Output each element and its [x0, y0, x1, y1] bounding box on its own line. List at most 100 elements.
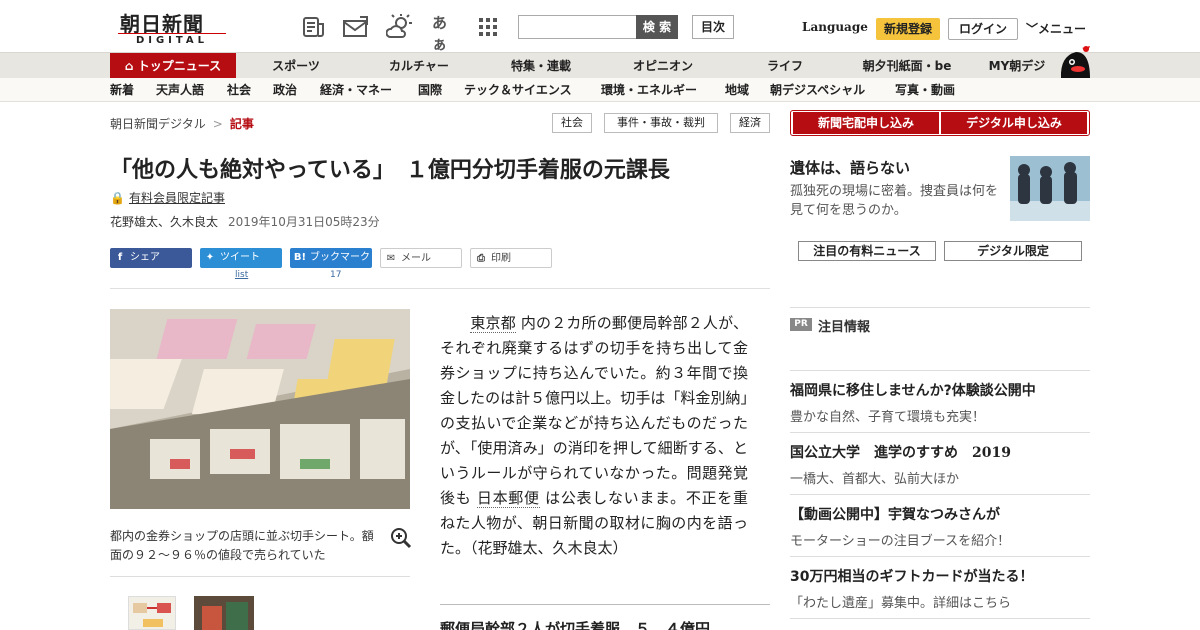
menu-label: メニュー — [1038, 22, 1087, 36]
login-button[interactable]: ログイン — [948, 18, 1018, 40]
pr-item-title[interactable]: 国公立大学 進学のすすめ 2019 — [790, 442, 1011, 462]
nav2-item[interactable]: 国際 — [418, 78, 442, 102]
search-button[interactable]: 検 索 — [636, 15, 678, 39]
tab-digital-only[interactable]: デジタル限定 — [944, 241, 1082, 261]
nav2-item[interactable]: 社会 — [227, 78, 251, 102]
divider — [440, 604, 770, 605]
nav-my-asadigi[interactable]: MY朝デジ — [982, 53, 1052, 79]
pr-section-title: 注目情報 — [818, 320, 871, 335]
nav-opinion[interactable]: オピニオン — [620, 53, 706, 79]
nav2-item[interactable]: 朝デジスペシャル — [770, 78, 865, 102]
tag-society[interactable]: 社会 — [552, 113, 592, 133]
site-header: 朝日新聞 DIGITAL あぁ 検 索 目次 Language 新規登録 ログイ… — [0, 0, 1200, 53]
breadcrumb: 朝日新聞デジタル > 記事 — [110, 115, 254, 132]
twitter-share-button[interactable]: ✦ ツイート — [200, 248, 282, 268]
body-link-japanpost[interactable]: 日本郵便 — [476, 489, 540, 508]
pr-item[interactable]: 福岡県に移住しませんか?体験談公開中豊かな自然、子育て環境も充実！ — [790, 370, 1090, 425]
twitter-count[interactable]: list — [235, 270, 248, 280]
share-label: シェア — [130, 252, 160, 263]
breadcrumb-current: 記事 — [229, 117, 254, 131]
font-size-icon[interactable]: あぁ — [432, 12, 458, 53]
related-thumbnail[interactable] — [128, 596, 176, 630]
pr-item-title[interactable]: 30万円相当のギフトカードが当たる！ — [790, 566, 1033, 586]
promo-title[interactable]: 遺体は、語らない — [790, 157, 910, 178]
mail-share-button[interactable]: ✉ メール — [380, 248, 462, 268]
nav2-item[interactable]: 環境・エネルギー — [601, 78, 697, 102]
nav2-item[interactable]: テック＆サイエンス — [464, 78, 572, 102]
nav2-item[interactable]: 政治 — [273, 78, 297, 102]
weather-icon[interactable] — [385, 14, 412, 40]
nav2-item[interactable]: 写真・動画 — [895, 78, 955, 102]
tag-incident[interactable]: 事件・事故・裁判 — [604, 113, 718, 133]
pr-item — [790, 618, 1090, 630]
asahi-digital-logo[interactable]: 朝日新聞 DIGITAL — [116, 8, 228, 46]
pr-badge: PR — [790, 318, 812, 331]
mascot-icon[interactable] — [1056, 44, 1094, 80]
article-photo[interactable] — [110, 309, 410, 509]
subscribe-digital-button[interactable]: デジタル申し込み — [941, 112, 1087, 134]
nav-sports[interactable]: スポーツ — [258, 53, 334, 79]
divider — [790, 307, 1090, 308]
menu-button[interactable]: ﹀メニュー — [1026, 20, 1086, 37]
zoom-icon[interactable] — [390, 527, 412, 549]
nav-life[interactable]: ライフ — [750, 53, 820, 79]
grid-menu-icon[interactable] — [479, 18, 505, 44]
nav-features[interactable]: 特集・連載 — [498, 53, 584, 79]
promo-description: 孤独死の現場に密着。捜査員は何を見て何を思うのか。 — [790, 184, 999, 218]
pr-item-desc: モーターショーの注目ブースを紹介！ — [790, 534, 1011, 549]
pr-item-title[interactable]: 福岡県に移住しませんか?体験談公開中 — [790, 380, 1036, 400]
divider — [110, 576, 410, 577]
nav2-item[interactable]: 地域 — [725, 78, 749, 102]
language-link[interactable]: Language — [802, 20, 868, 34]
pr-item-desc: 豊かな自然、子育て環境も充実！ — [790, 410, 986, 425]
tweet-label: ツイート — [220, 252, 260, 263]
related-thumbnail[interactable] — [194, 596, 254, 630]
photo-caption: 都内の金券ショップの店頭に並ぶ切手シート。額面の９２～９６％の値段で売られていた — [110, 529, 374, 562]
printer-icon: ⎙ — [477, 253, 485, 264]
newspaper-icon[interactable] — [301, 14, 327, 40]
pr-item-title[interactable]: 【動画公開中】宇賀なつみさんが — [790, 504, 1000, 524]
nav2-item[interactable]: 天声人語 — [156, 78, 204, 102]
nav-culture[interactable]: カルチャー — [376, 53, 462, 79]
paid-label-text: 有料会員限定記事 — [128, 191, 225, 205]
pr-item[interactable]: 30万円相当のギフトカードが当たる！ 「わたし遺産」募集中。詳細はこちら — [790, 556, 1090, 611]
search-input[interactable] — [518, 15, 638, 39]
article-body: 東京都 内の２カ所の郵便局幹部２人が、それぞれ廃棄するはずの切手を持ち出して金券… — [440, 311, 748, 561]
chevron-down-icon: ﹀ — [1026, 22, 1039, 36]
promo-image[interactable] — [1010, 156, 1090, 221]
nav2-item[interactable]: 経済・マネー — [320, 78, 392, 102]
pr-item[interactable]: 【動画公開中】宇賀なつみさんがモーターショーの注目ブースを紹介！ — [790, 494, 1090, 549]
nav-paper-edition[interactable]: 朝夕刊紙面・be — [852, 53, 962, 79]
subscribe-paper-button[interactable]: 新聞宅配申し込み — [793, 112, 939, 134]
logo-digital: DIGITAL — [118, 33, 226, 46]
pr-item[interactable]: 国公立大学 進学のすすめ 2019 一橋大、首都大、弘前大ほか — [790, 432, 1090, 487]
body-link-tokyo[interactable]: 東京都 — [470, 314, 516, 333]
nav-top-news[interactable]: ⌂ トップニュース — [110, 53, 236, 79]
byline: 花野雄太、久木良太 2019年10月31日05時23分 — [110, 213, 380, 230]
article-subheading: 郵便局幹部２人が切手着服 ５、４億円 — [440, 620, 711, 630]
facebook-share-button[interactable]: f シェア — [110, 248, 192, 268]
print-button[interactable]: ⎙ 印刷 — [470, 248, 552, 268]
nav-label: トップニュース — [137, 59, 222, 73]
mail-label: メール — [401, 253, 431, 264]
authors: 花野雄太、久木良太 — [110, 215, 219, 229]
toc-button[interactable]: 目次 — [692, 15, 734, 39]
breadcrumb-separator: > — [212, 117, 223, 131]
hatena-bookmark-button[interactable]: B! ブックマーク — [290, 248, 372, 268]
nav2-item[interactable]: 新着 — [110, 78, 134, 102]
lock-icon: 🔒 — [110, 191, 125, 205]
tab-paid-news[interactable]: 注目の有料ニュース — [798, 241, 936, 261]
register-button[interactable]: 新規登録 — [876, 18, 940, 40]
bookmark-label: ブックマーク — [310, 252, 370, 263]
pr-item-desc: 一橋大、首都大、弘前大ほか — [790, 472, 960, 487]
paid-member-label[interactable]: 🔒 有料会員限定記事 — [110, 189, 225, 206]
article-title: 「他の人も絶対やっている」 １億円分切手着服の元課長 — [110, 157, 670, 183]
hatena-count[interactable]: 17 — [330, 270, 341, 280]
secondary-nav: 新着 天声人語 社会 政治 経済・マネー 国際 テック＆サイエンス 環境・エネル… — [0, 78, 1200, 102]
primary-nav: ⌂ トップニュース スポーツ カルチャー 特集・連載 オピニオン ライフ 朝夕刊… — [0, 52, 1200, 79]
breadcrumb-root[interactable]: 朝日新聞デジタル — [110, 117, 206, 131]
mail-icon[interactable] — [342, 14, 368, 40]
divider — [110, 288, 770, 289]
print-label: 印刷 — [491, 253, 511, 264]
tag-economy[interactable]: 経済 — [730, 113, 770, 133]
